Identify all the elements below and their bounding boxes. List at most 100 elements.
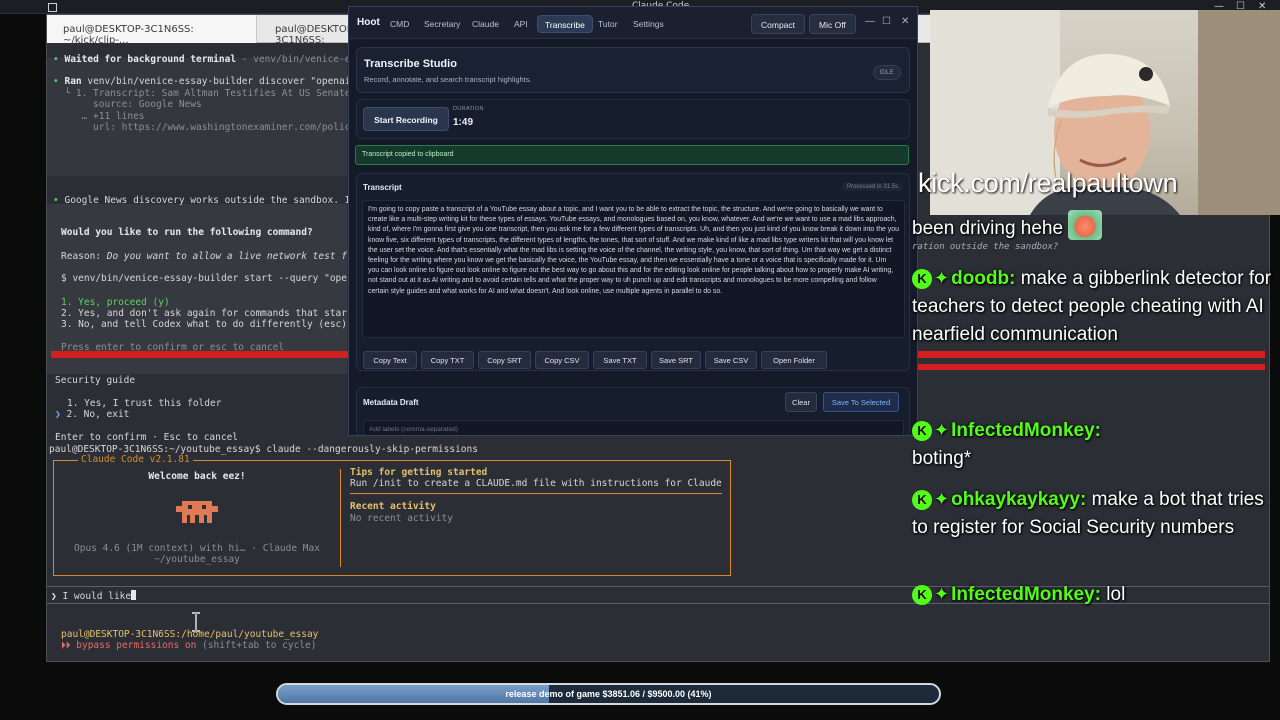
maximize-icon[interactable]: ☐ [882,16,891,27]
goal-text: release demo of game $3851.06 / $9500.00… [505,689,712,699]
subscriber-star-icon: ✦ [934,268,950,288]
copied-toast: Transcript copied to clipboard [355,145,909,165]
enter-confirm-hint: Enter to confirm · Esc to cancel [55,432,239,443]
reason-text: Do you want to allow a live network test… [101,251,347,262]
tab-api[interactable]: API [507,15,535,33]
result-line: url: https://www.washingtonexaminer.com/… [53,122,351,133]
prompt-text[interactable]: I would like [62,591,131,602]
tab-secretary[interactable]: Secretary [417,15,467,33]
terminal-tab-clip[interactable]: paul@DESKTOP-3C1N6SS: ~/kick/clip-... [47,15,257,46]
subscriber-star-icon: ✦ [934,420,950,440]
recent-activity-title: Recent activity [350,501,436,512]
recording-card: Start Recording DURATION 1:49 [356,99,910,139]
transcript-textarea[interactable]: I'm going to copy paste a transcript of … [362,200,905,338]
processed-badge: Processed in 31.5s [841,183,903,191]
transcript-card: Transcript Processed in 31.5s I'm going … [356,173,910,371]
chat-username: InfectedMonkey: [951,584,1102,605]
result-line: source: Google News [53,99,202,110]
kick-badge-icon: K [912,421,932,441]
tab-cmd[interactable]: CMD [383,15,416,33]
chat-text: lol [1106,584,1126,605]
trust-option-no[interactable]: 2. No, exit [66,409,129,420]
option-no[interactable]: 3. No, and tell Codex what to do differe… [61,319,347,331]
open-folder-button[interactable]: Open Folder [761,351,827,369]
chat-text: been driving hehe [912,218,1064,239]
recent-activity-text: No recent activity [350,513,453,524]
kick-badge-icon: K [912,490,932,510]
bullet-icon: • [53,54,59,65]
approval-question: Would you like to run the following comm… [61,227,313,238]
chat-username: ohkaykaykayy: [951,489,1087,510]
prompt-chevron-icon: ❯ [51,591,57,602]
chat-message: K ✦ doodb: make a gibberlink detector for … [912,264,1274,349]
duration-value: 1:49 [453,117,474,128]
text-cursor [131,590,137,600]
tab-settings[interactable]: Settings [626,15,671,33]
save-to-selected-button[interactable]: Save To Selected [823,392,899,412]
metadata-card: Metadata Draft Clear Save To Selected [356,387,910,435]
copy-text-button[interactable]: Copy Text [363,351,417,369]
waited-label: Waited for background terminal [64,54,237,65]
claude-mascot-icon [176,501,218,527]
bullet-icon: • [53,195,59,206]
window-menu-icon[interactable] [48,3,57,12]
transcript-title: Transcript [363,183,402,192]
model-info: Opus 4.6 (1M context) with hi… · Claude … [74,543,320,554]
chat-username: doodb: [951,268,1016,289]
chat-message: K ✦ InfectedMonkey: boting* [912,416,1274,473]
save-srt-button[interactable]: Save SRT [651,351,701,369]
chat-message: been driving hehe ration outside the san… [912,210,1274,253]
donation-goal-bar: release demo of game $3851.06 / $9500.00… [276,683,941,705]
bypass-hint: (shift+tab to cycle) [196,640,317,651]
studio-subtitle: Record, annotate, and search transcript … [364,75,532,84]
minimize-icon[interactable]: — [865,16,875,27]
kick-badge-icon: K [912,585,932,605]
subscriber-star-icon: ✦ [934,489,950,509]
metadata-title: Metadata Draft [363,398,419,407]
selection-pointer-icon: ❯ [55,409,61,420]
stream-chat-overlay: been driving hehe ration outside the san… [906,210,1280,630]
start-recording-button[interactable]: Start Recording [363,107,449,131]
claude-version: Claude Code v2.1.81 [78,454,193,465]
studio-header-card: Transcribe Studio Record, annotate, and … [356,47,910,93]
save-txt-button[interactable]: Save TXT [593,351,647,369]
chat-message: K ✦ InfectedMonkey: lol [912,580,1274,609]
discovery-note: Google News discovery works outside the … [64,195,351,206]
labels-input[interactable] [363,420,904,435]
underlying-terminal-text: ration outside the sandbox? [912,242,1059,252]
bullet-icon: • [53,76,59,87]
mic-off-button[interactable]: Mic Off [809,14,856,34]
box-rule [350,493,722,494]
tab-tutor[interactable]: Tutor [591,15,625,33]
studio-title: Transcribe Studio [364,58,457,70]
chat-text: boting* [912,448,972,469]
clear-button[interactable]: Clear [785,392,817,412]
status-badge: IDLE [872,65,901,80]
ran-command: venv/bin/venice-essay-builder discover "… [81,76,351,87]
kick-badge-icon: K [912,269,932,289]
hoot-app-window: Hoot CMD Secretary Claude API Transcribe… [348,6,918,436]
copy-csv-button[interactable]: Copy CSV [535,351,589,369]
hoot-nav-bar: Hoot CMD Secretary Claude API Transcribe… [349,7,917,39]
chat-message: K ✦ ohkaykaykayy: make a bot that tries to… [912,485,1274,542]
box-divider [340,469,341,567]
tab-transcribe[interactable]: Transcribe [537,15,593,33]
waited-command: - venv/bin/venice-e [236,54,351,65]
tab-claude[interactable]: Claude [465,15,506,33]
welcome-message: Welcome back eez! [148,471,246,482]
bypass-icon: ⏵⏵ [61,640,71,651]
copy-txt-button[interactable]: Copy TXT [421,351,474,369]
compact-button[interactable]: Compact [751,14,806,34]
hoot-brand: Hoot [357,17,380,28]
close-icon[interactable]: ✕ [901,16,909,27]
chat-username: InfectedMonkey: [951,420,1102,441]
copy-srt-button[interactable]: Copy SRT [478,351,531,369]
working-directory: ~/youtube_essay [154,554,240,565]
security-guide-link[interactable]: Security guide [55,375,135,387]
subscriber-star-icon: ✦ [934,584,950,604]
save-csv-button[interactable]: Save CSV [705,351,757,369]
claude-welcome-box: Claude Code v2.1.81 Welcome back eez! Op… [53,454,731,576]
pending-command: $ venv/bin/venice-essay-builder start --… [61,273,347,284]
ran-label: Ran [64,76,82,87]
tips-text: Run /init to create a CLAUDE.md file wit… [350,478,722,489]
